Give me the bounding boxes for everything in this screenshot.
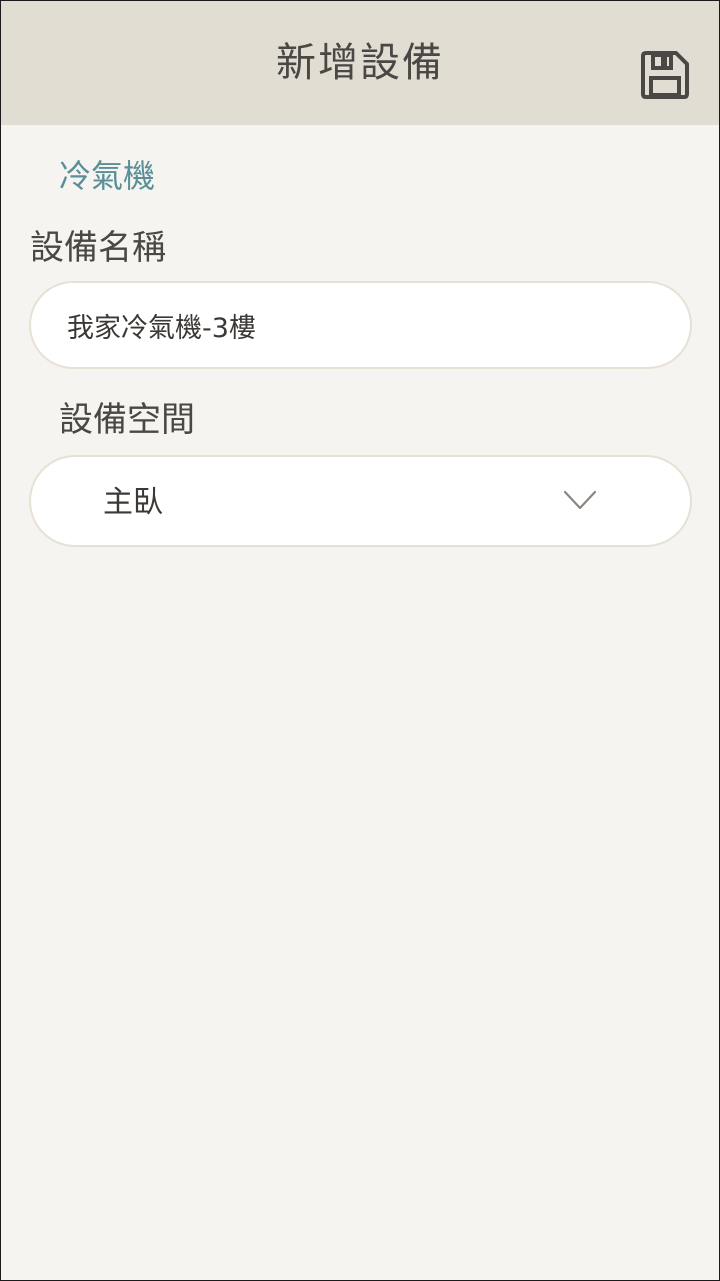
- page-title: 新增設備: [276, 40, 444, 86]
- device-name-input[interactable]: [29, 281, 692, 369]
- device-space-selected-value: 主臥: [103, 485, 163, 520]
- device-name-label: 設備名稱: [30, 228, 166, 268]
- save-floppy-icon: [641, 51, 689, 99]
- device-space-label: 設備空間: [59, 400, 195, 440]
- save-button[interactable]: [638, 48, 692, 102]
- device-type-label: 冷氣機: [59, 157, 156, 195]
- device-space-dropdown[interactable]: 主臥: [29, 455, 692, 547]
- chevron-down-icon: [563, 489, 597, 511]
- top-header: 新增設備: [0, 0, 720, 125]
